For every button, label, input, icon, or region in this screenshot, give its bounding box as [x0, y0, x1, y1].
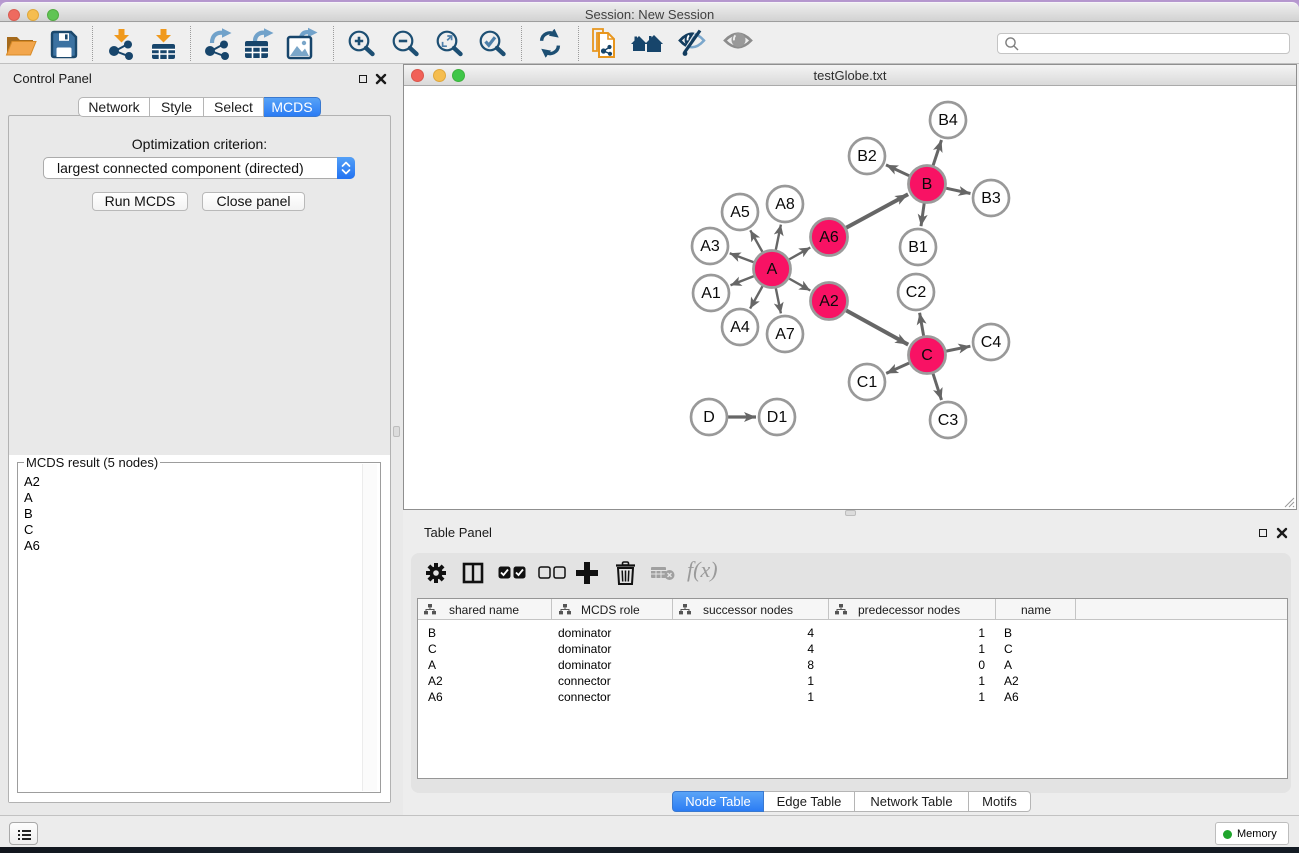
svg-text:C4: C4: [981, 334, 1002, 351]
svg-text:C3: C3: [938, 412, 959, 429]
svg-text:A8: A8: [775, 196, 795, 213]
svg-text:A5: A5: [730, 204, 750, 221]
svg-text:C1: C1: [857, 374, 878, 391]
svg-text:B2: B2: [857, 148, 877, 165]
svg-text:A3: A3: [700, 238, 720, 255]
svg-text:C2: C2: [906, 284, 927, 301]
svg-text:D1: D1: [767, 409, 788, 426]
svg-text:A2: A2: [819, 293, 839, 310]
svg-text:B: B: [922, 176, 933, 193]
svg-text:D: D: [703, 409, 715, 426]
svg-text:A4: A4: [730, 319, 750, 336]
svg-text:A7: A7: [775, 326, 795, 343]
svg-text:B3: B3: [981, 190, 1001, 207]
svg-text:A1: A1: [701, 285, 721, 302]
svg-text:A: A: [767, 261, 778, 278]
svg-text:B1: B1: [908, 239, 928, 256]
svg-text:B4: B4: [938, 112, 958, 129]
svg-text:C: C: [921, 347, 933, 364]
svg-text:A6: A6: [819, 229, 839, 246]
